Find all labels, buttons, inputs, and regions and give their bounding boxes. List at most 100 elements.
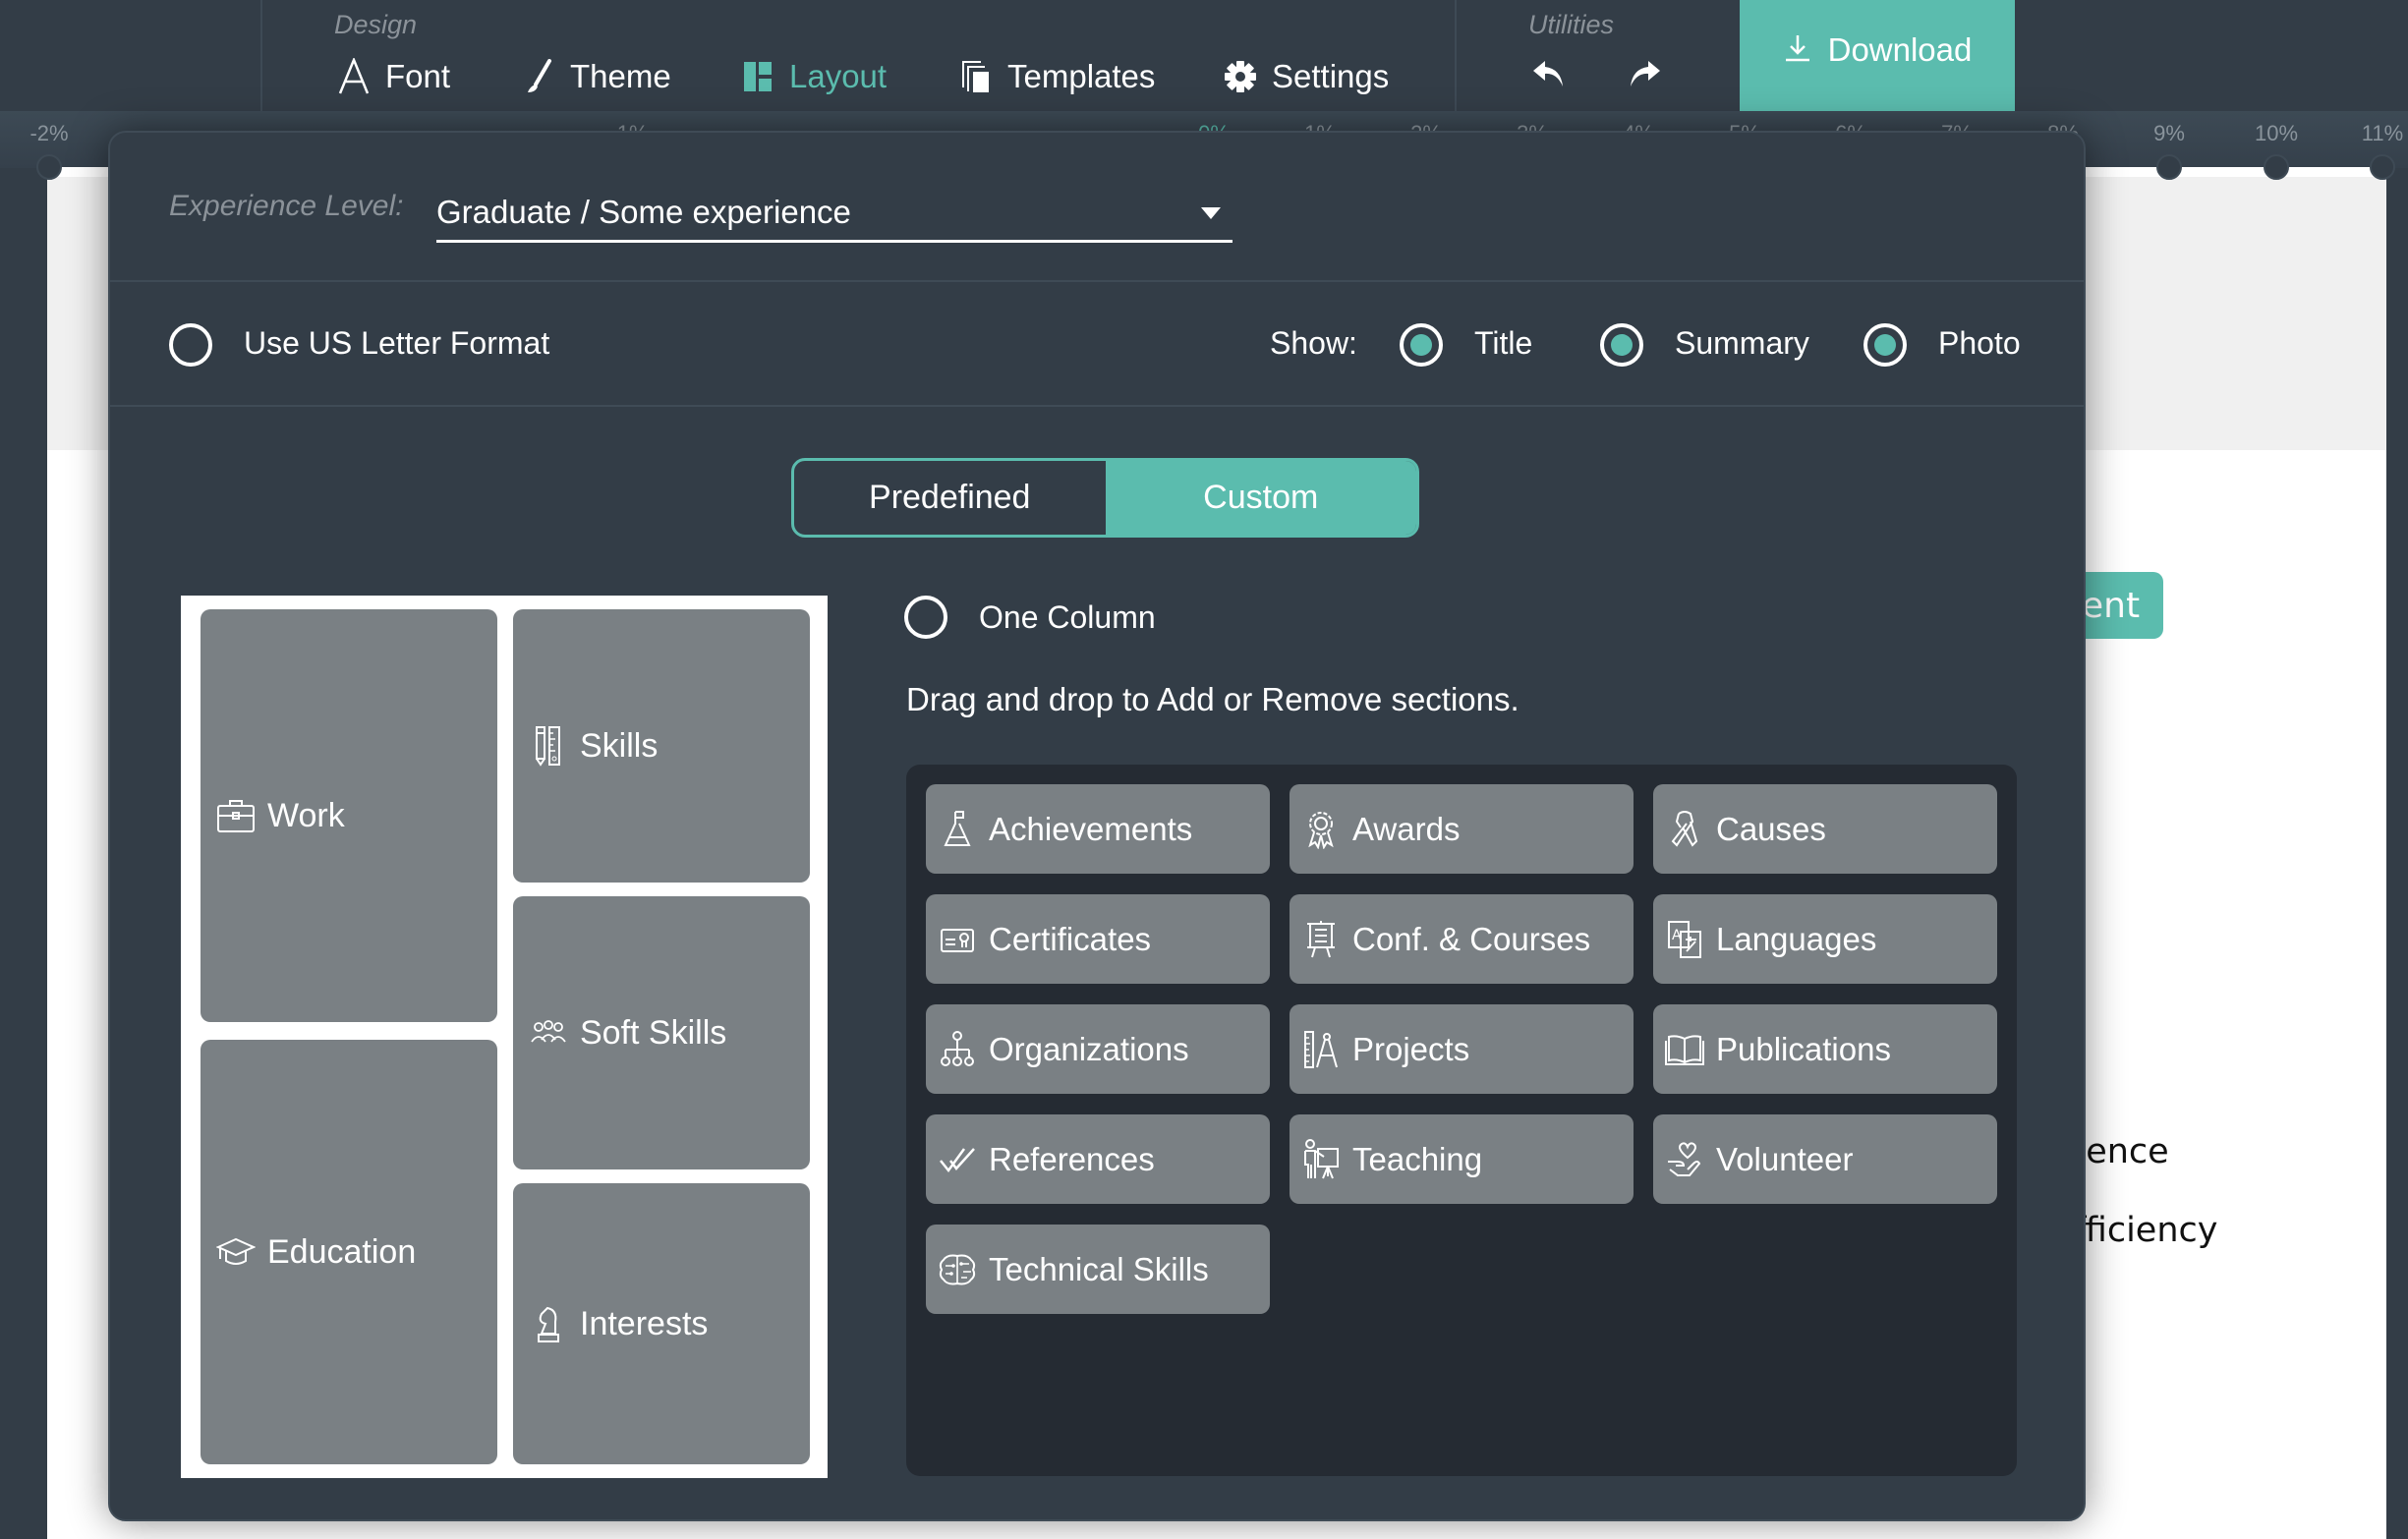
preview-block-work[interactable]: Work (201, 609, 497, 1022)
ruler-handle[interactable] (2156, 154, 2182, 180)
ruler-tick-label: -2% (29, 121, 69, 145)
preview-block-label: Work (267, 796, 345, 834)
ruler-handle[interactable] (36, 154, 62, 180)
chevron-down-icon (1201, 207, 1221, 219)
double-check-icon (938, 1138, 977, 1181)
tool-templates[interactable]: Templates (958, 49, 1155, 104)
experience-level-label: Experience Level: (169, 190, 404, 222)
download-icon (1783, 33, 1812, 63)
ruler-tick-label: 9% (2153, 121, 2185, 145)
section-causes[interactable]: Causes (1653, 784, 1997, 874)
section-label: Publications (1716, 1030, 1891, 1067)
undo-button[interactable] (1526, 51, 1572, 96)
layout-mode-toggle: Predefined Custom (791, 458, 1419, 538)
custom-tab[interactable]: Custom (1105, 461, 1416, 535)
hand-heart-icon (1665, 1138, 1704, 1181)
redo-icon (1627, 59, 1662, 88)
awareness-ribbon-icon (1665, 808, 1704, 851)
show-title-radio[interactable] (1400, 323, 1443, 367)
tool-settings[interactable]: Settings (1223, 49, 1389, 104)
one-column-radio[interactable] (904, 596, 947, 639)
section-label: References (989, 1140, 1155, 1177)
ruler-tick-label: 11% (2361, 121, 2404, 145)
gear-icon (1223, 57, 1258, 96)
brush-icon (521, 57, 556, 96)
section-technical-skills[interactable]: Technical Skills (926, 1225, 1270, 1314)
layout-icon (740, 57, 775, 96)
predefined-tab[interactable]: Predefined (794, 461, 1106, 535)
section-awards[interactable]: Awards (1290, 784, 1634, 874)
section-label: Achievements (989, 810, 1193, 847)
show-label: Show: (1270, 325, 1357, 361)
show-summary-radio[interactable] (1600, 323, 1643, 367)
experience-row: Experience Level: Graduate / Some experi… (110, 133, 2084, 282)
section-label: Causes (1716, 810, 1826, 847)
tool-theme-label: Theme (570, 58, 671, 94)
section-teaching[interactable]: Teaching (1290, 1114, 1634, 1204)
section-certificates[interactable]: Certificates (926, 894, 1270, 984)
preview-block-soft-skills[interactable]: Soft Skills (513, 896, 810, 1169)
section-label: Conf. & Courses (1352, 920, 1591, 957)
pencil-ruler-icon (527, 724, 570, 768)
section-references[interactable]: References (926, 1114, 1270, 1204)
experience-level-select[interactable]: Graduate / Some experience (436, 188, 1233, 243)
ruler-compass-icon (1301, 1028, 1341, 1071)
toolbar-divider (260, 0, 262, 111)
show-summary-label[interactable]: Summary (1675, 325, 1809, 362)
tool-templates-label: Templates (1007, 58, 1156, 94)
award-ribbon-icon (1301, 808, 1341, 851)
preview-block-education[interactable]: Education (201, 1040, 497, 1464)
section-achievements[interactable]: Achievements (926, 784, 1270, 874)
teacher-icon (1301, 1138, 1341, 1181)
us-letter-radio[interactable] (169, 323, 212, 367)
show-photo-radio[interactable] (1863, 323, 1907, 367)
resume-text-fragment: fficiency (2074, 1211, 2218, 1250)
ruler-handle[interactable] (2264, 154, 2289, 180)
preview-block-label: Education (267, 1232, 417, 1271)
translate-icon: A (1665, 918, 1704, 961)
show-photo-label[interactable]: Photo (1938, 325, 2021, 362)
section-languages[interactable]: A Languages (1653, 894, 1997, 984)
section-label: Volunteer (1716, 1140, 1854, 1177)
tool-layout[interactable]: Layout (740, 49, 887, 104)
tool-theme[interactable]: Theme (521, 49, 671, 104)
briefcase-icon (214, 794, 258, 837)
one-column-label[interactable]: One Column (979, 599, 1156, 636)
top-toolbar: Design Font Theme Layout Templates Setti… (0, 0, 2408, 111)
show-title-label[interactable]: Title (1474, 325, 1532, 362)
section-organizations[interactable]: Organizations (926, 1004, 1270, 1094)
preview-block-interests[interactable]: Interests (513, 1183, 810, 1464)
chess-knight-icon (527, 1302, 570, 1345)
section-label: Certificates (989, 920, 1152, 957)
open-book-icon (1665, 1028, 1704, 1071)
tool-settings-label: Settings (1272, 58, 1390, 94)
section-label: Projects (1352, 1030, 1470, 1067)
ruler-handle[interactable] (2370, 154, 2395, 180)
redo-button[interactable] (1622, 51, 1667, 96)
tool-font[interactable]: Font (336, 49, 450, 104)
font-icon (336, 57, 372, 96)
download-button[interactable]: Download (1740, 0, 2015, 111)
resume-badge-text: ent (2082, 585, 2141, 626)
utilities-group-label: Utilities (1528, 10, 1615, 39)
people-icon (527, 1011, 570, 1054)
section-volunteer[interactable]: Volunteer (1653, 1114, 1997, 1204)
ruler-tick-label: 10% (2254, 121, 2299, 145)
section-label: Teaching (1352, 1140, 1483, 1177)
section-conf-courses[interactable]: Conf. & Courses (1290, 894, 1634, 984)
preview-block-label: Skills (580, 726, 659, 765)
certificate-icon (938, 918, 977, 961)
design-group-label: Design (334, 10, 418, 39)
experience-level-value: Graduate / Some experience (436, 194, 851, 230)
preview-block-label: Soft Skills (580, 1013, 727, 1052)
section-projects[interactable]: Projects (1290, 1004, 1634, 1094)
flask-flag-icon (938, 808, 977, 851)
section-label: Technical Skills (989, 1250, 1209, 1287)
preview-block-skills[interactable]: Skills (513, 609, 810, 883)
layout-modal: Experience Level: Graduate / Some experi… (108, 131, 2086, 1521)
section-label: Organizations (989, 1030, 1189, 1067)
presentation-board-icon (1301, 918, 1341, 961)
templates-icon (958, 57, 994, 96)
section-publications[interactable]: Publications (1653, 1004, 1997, 1094)
us-letter-label[interactable]: Use US Letter Format (244, 325, 549, 362)
